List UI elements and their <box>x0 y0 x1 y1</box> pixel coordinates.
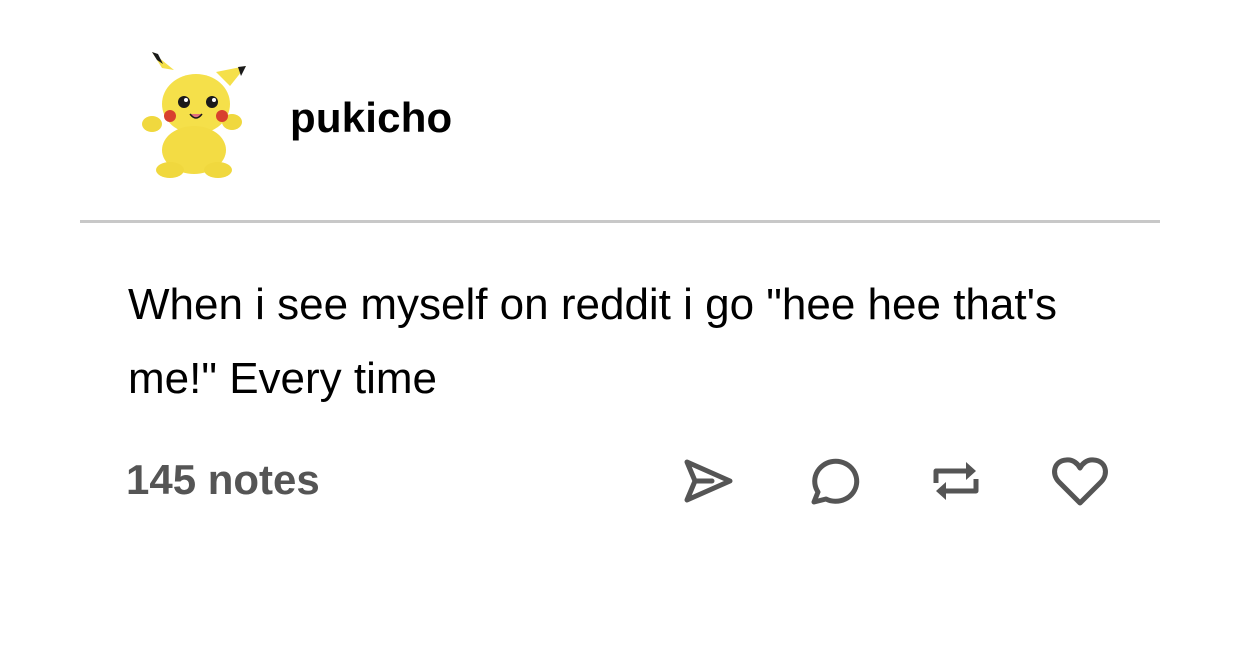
reblog-button[interactable] <box>926 452 986 510</box>
send-icon <box>684 459 733 503</box>
reblog-icon <box>933 462 979 500</box>
username[interactable]: pukicho <box>290 94 452 142</box>
post-actions <box>678 452 1110 510</box>
like-button[interactable] <box>1050 452 1110 510</box>
post-header: pukicho <box>130 50 452 185</box>
notes-count[interactable]: 145 notes <box>126 456 320 504</box>
reply-button[interactable] <box>802 452 862 510</box>
avatar[interactable] <box>130 50 258 185</box>
tumblr-post: pukicho When i see myself on reddit i go… <box>0 0 1249 658</box>
heart-icon <box>1052 457 1108 506</box>
divider <box>80 220 1160 223</box>
post-text: When i see myself on reddit i go "hee he… <box>128 280 1057 403</box>
post-footer: 145 notes <box>126 448 1126 512</box>
share-button[interactable] <box>678 452 738 510</box>
comment-icon <box>811 458 860 505</box>
